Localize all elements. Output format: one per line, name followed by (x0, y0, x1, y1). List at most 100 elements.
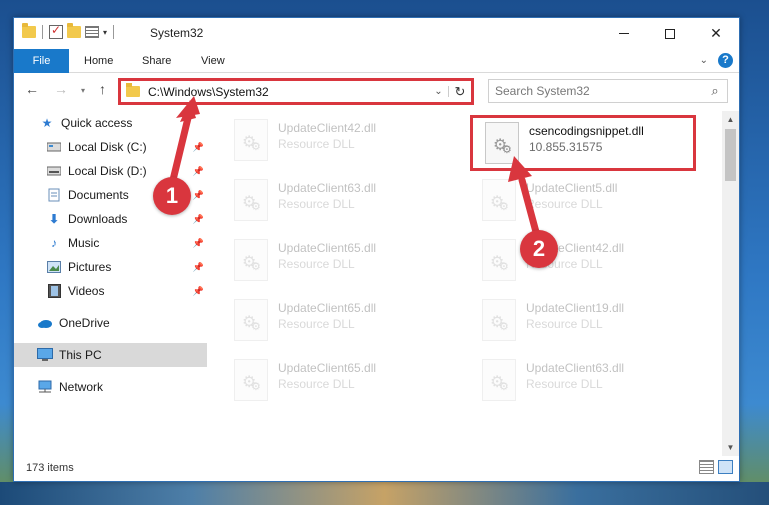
sidebar-item-local-disk-c[interactable]: Local Disk (C:) 📌 (14, 135, 207, 159)
file-name: UpdateClient65.dll (278, 361, 377, 375)
quick-access-toolbar: ▾ (22, 23, 116, 39)
dll-file-icon: ⚙ ⚙ (482, 239, 516, 281)
file-name: UpdateClient63.dll (526, 361, 625, 375)
pin-icon[interactable]: 📌 (193, 214, 204, 225)
tab-file[interactable]: File (14, 49, 69, 73)
sidebar-item-label: Music (68, 236, 100, 250)
sidebar-item-music[interactable]: ♪ Music 📌 (14, 231, 207, 255)
new-folder-icon[interactable] (67, 23, 81, 38)
close-icon: ✕ (710, 25, 722, 41)
file-name: UpdateClient5.dll (526, 181, 618, 195)
up-arrow-icon[interactable]: ↑ (99, 81, 106, 97)
list-item[interactable]: ⚙ ⚙ UpdateClient42.dll Resource DLL (470, 235, 696, 291)
list-item[interactable]: ⚙ ⚙ UpdateClient65.dll Resource DLL (222, 295, 448, 351)
file-name: UpdateClient42.dll (278, 121, 377, 135)
dll-file-icon: ⚙ ⚙ (234, 299, 268, 341)
drive-icon (46, 139, 62, 155)
file-name: UpdateClient65.dll (278, 301, 377, 315)
scrollbar-thumb[interactable] (725, 129, 736, 181)
search-box[interactable]: ⌕ (488, 79, 728, 103)
file-type: Resource DLL (278, 257, 355, 271)
dll-file-icon: ⚙ ⚙ (234, 179, 268, 221)
search-icon[interactable]: ⌕ (703, 83, 727, 99)
step-1-badge: 1 (153, 177, 191, 215)
search-input[interactable] (489, 84, 703, 98)
dll-file-icon: ⚙ ⚙ (234, 119, 268, 161)
title-bar: ▾ System32 ✕ (14, 18, 739, 49)
file-type: Resource DLL (278, 317, 355, 331)
folder-icon (22, 23, 36, 38)
minimize-button[interactable] (601, 18, 647, 49)
list-item[interactable]: ⚙ ⚙ UpdateClient63.dll Resource DLL (222, 175, 448, 231)
toolbar-divider (42, 25, 43, 39)
pin-icon[interactable]: 📌 (193, 142, 204, 153)
customize-toolbar-chevron-icon[interactable]: ▾ (103, 28, 107, 37)
list-item[interactable]: ⚙ ⚙ UpdateClient65.dll Resource DLL (222, 235, 448, 291)
tab-view[interactable]: View (201, 49, 225, 73)
sidebar-item-onedrive[interactable]: OneDrive (14, 311, 207, 335)
cloud-icon (37, 315, 53, 331)
maximize-button[interactable] (647, 18, 693, 49)
properties-check-icon[interactable] (49, 23, 63, 39)
dll-file-icon: ⚙ ⚙ (234, 359, 268, 401)
pin-icon[interactable]: 📌 (193, 166, 204, 177)
file-type: Resource DLL (278, 377, 355, 391)
list-item[interactable]: ⚙ ⚙ UpdateClient19.dll Resource DLL (470, 295, 696, 351)
ribbon-tabs: File Home Share View ⌄ ? (14, 49, 739, 73)
properties-icon[interactable] (85, 26, 99, 38)
list-item-csencodingsnippet-dll[interactable]: ⚙ ⚙ csencodingsnippet.dll 10.855.31575 (470, 115, 696, 171)
maximize-icon (665, 28, 675, 39)
back-arrow-icon[interactable]: ← (25, 81, 39, 97)
sidebar-item-network[interactable]: Network (14, 375, 207, 399)
sidebar-item-label: Pictures (68, 260, 112, 274)
file-name: csencodingsnippet.dll (529, 124, 644, 138)
large-icons-view-icon[interactable] (718, 460, 733, 474)
file-version: 10.855.31575 (529, 140, 603, 154)
help-icon[interactable]: ? (718, 53, 733, 68)
navigation-row: ← → ▾ ↑ C:\Windows\System32 ⌄ ↻ ⌕ (14, 74, 739, 106)
file-explorer-window: ▾ System32 ✕ File Home Share View ⌄ ? ← … (13, 17, 740, 482)
ribbon-right-controls: ⌄ ? (700, 53, 733, 68)
pin-icon[interactable]: 📌 (193, 286, 204, 297)
sidebar-item-label: Downloads (68, 212, 128, 226)
sidebar-item-pictures[interactable]: Pictures 📌 (14, 255, 207, 279)
tab-share[interactable]: Share (142, 49, 171, 73)
refresh-icon[interactable]: ↻ (449, 84, 471, 100)
chevron-down-icon[interactable]: ⌄ (700, 55, 708, 66)
file-type: Resource DLL (278, 137, 355, 151)
list-item[interactable]: ⚙ ⚙ UpdateClient5.dll Resource DLL (470, 175, 696, 231)
minimize-icon (619, 33, 629, 34)
forward-arrow-icon[interactable]: → (54, 81, 68, 97)
pin-icon[interactable]: 📌 (193, 262, 204, 273)
pin-icon[interactable]: 📌 (193, 190, 204, 201)
list-item[interactable]: ⚙ ⚙ UpdateClient42.dll Resource DLL (222, 115, 448, 171)
window-controls: ✕ (601, 18, 739, 49)
close-button[interactable]: ✕ (693, 18, 739, 49)
vertical-scrollbar[interactable]: ▲ ▼ (722, 111, 739, 456)
sidebar-item-videos[interactable]: Videos 📌 (14, 279, 207, 303)
sidebar-item-this-pc[interactable]: This PC (14, 343, 207, 367)
file-name: UpdateClient65.dll (278, 241, 377, 255)
tab-home[interactable]: Home (84, 49, 113, 73)
sidebar-item-quick-access[interactable]: ★ Quick access (14, 111, 207, 135)
address-path[interactable]: C:\Windows\System32 (148, 85, 429, 99)
computer-icon (37, 347, 53, 363)
file-list: ⚙ ⚙ UpdateClient42.dll Resource DLL ⚙ ⚙ Upd… (214, 111, 722, 456)
list-item[interactable]: ⚙ ⚙ UpdateClient63.dll Resource DLL (470, 355, 696, 411)
sidebar-item-label: Videos (68, 284, 105, 298)
dll-file-icon: ⚙ ⚙ (482, 179, 516, 221)
sidebar-item-label: Quick access (61, 116, 133, 130)
address-bar[interactable]: C:\Windows\System32 ⌄ ↻ (118, 78, 474, 105)
dll-file-icon: ⚙ ⚙ (485, 122, 519, 164)
sidebar-item-label: Local Disk (D:) (68, 164, 147, 178)
details-view-icon[interactable] (699, 460, 714, 474)
address-history-chevron-icon[interactable]: ⌄ (429, 86, 449, 97)
status-bar: 173 items (14, 454, 739, 481)
folder-icon (126, 83, 140, 97)
scroll-up-icon[interactable]: ▲ (722, 111, 739, 128)
recent-locations-chevron-icon[interactable]: ▾ (81, 86, 85, 95)
sidebar-item-label: Network (59, 380, 104, 394)
list-item[interactable]: ⚙ ⚙ UpdateClient65.dll Resource DLL (222, 355, 448, 411)
pin-icon[interactable]: 📌 (193, 238, 204, 249)
file-type: Resource DLL (526, 317, 603, 331)
